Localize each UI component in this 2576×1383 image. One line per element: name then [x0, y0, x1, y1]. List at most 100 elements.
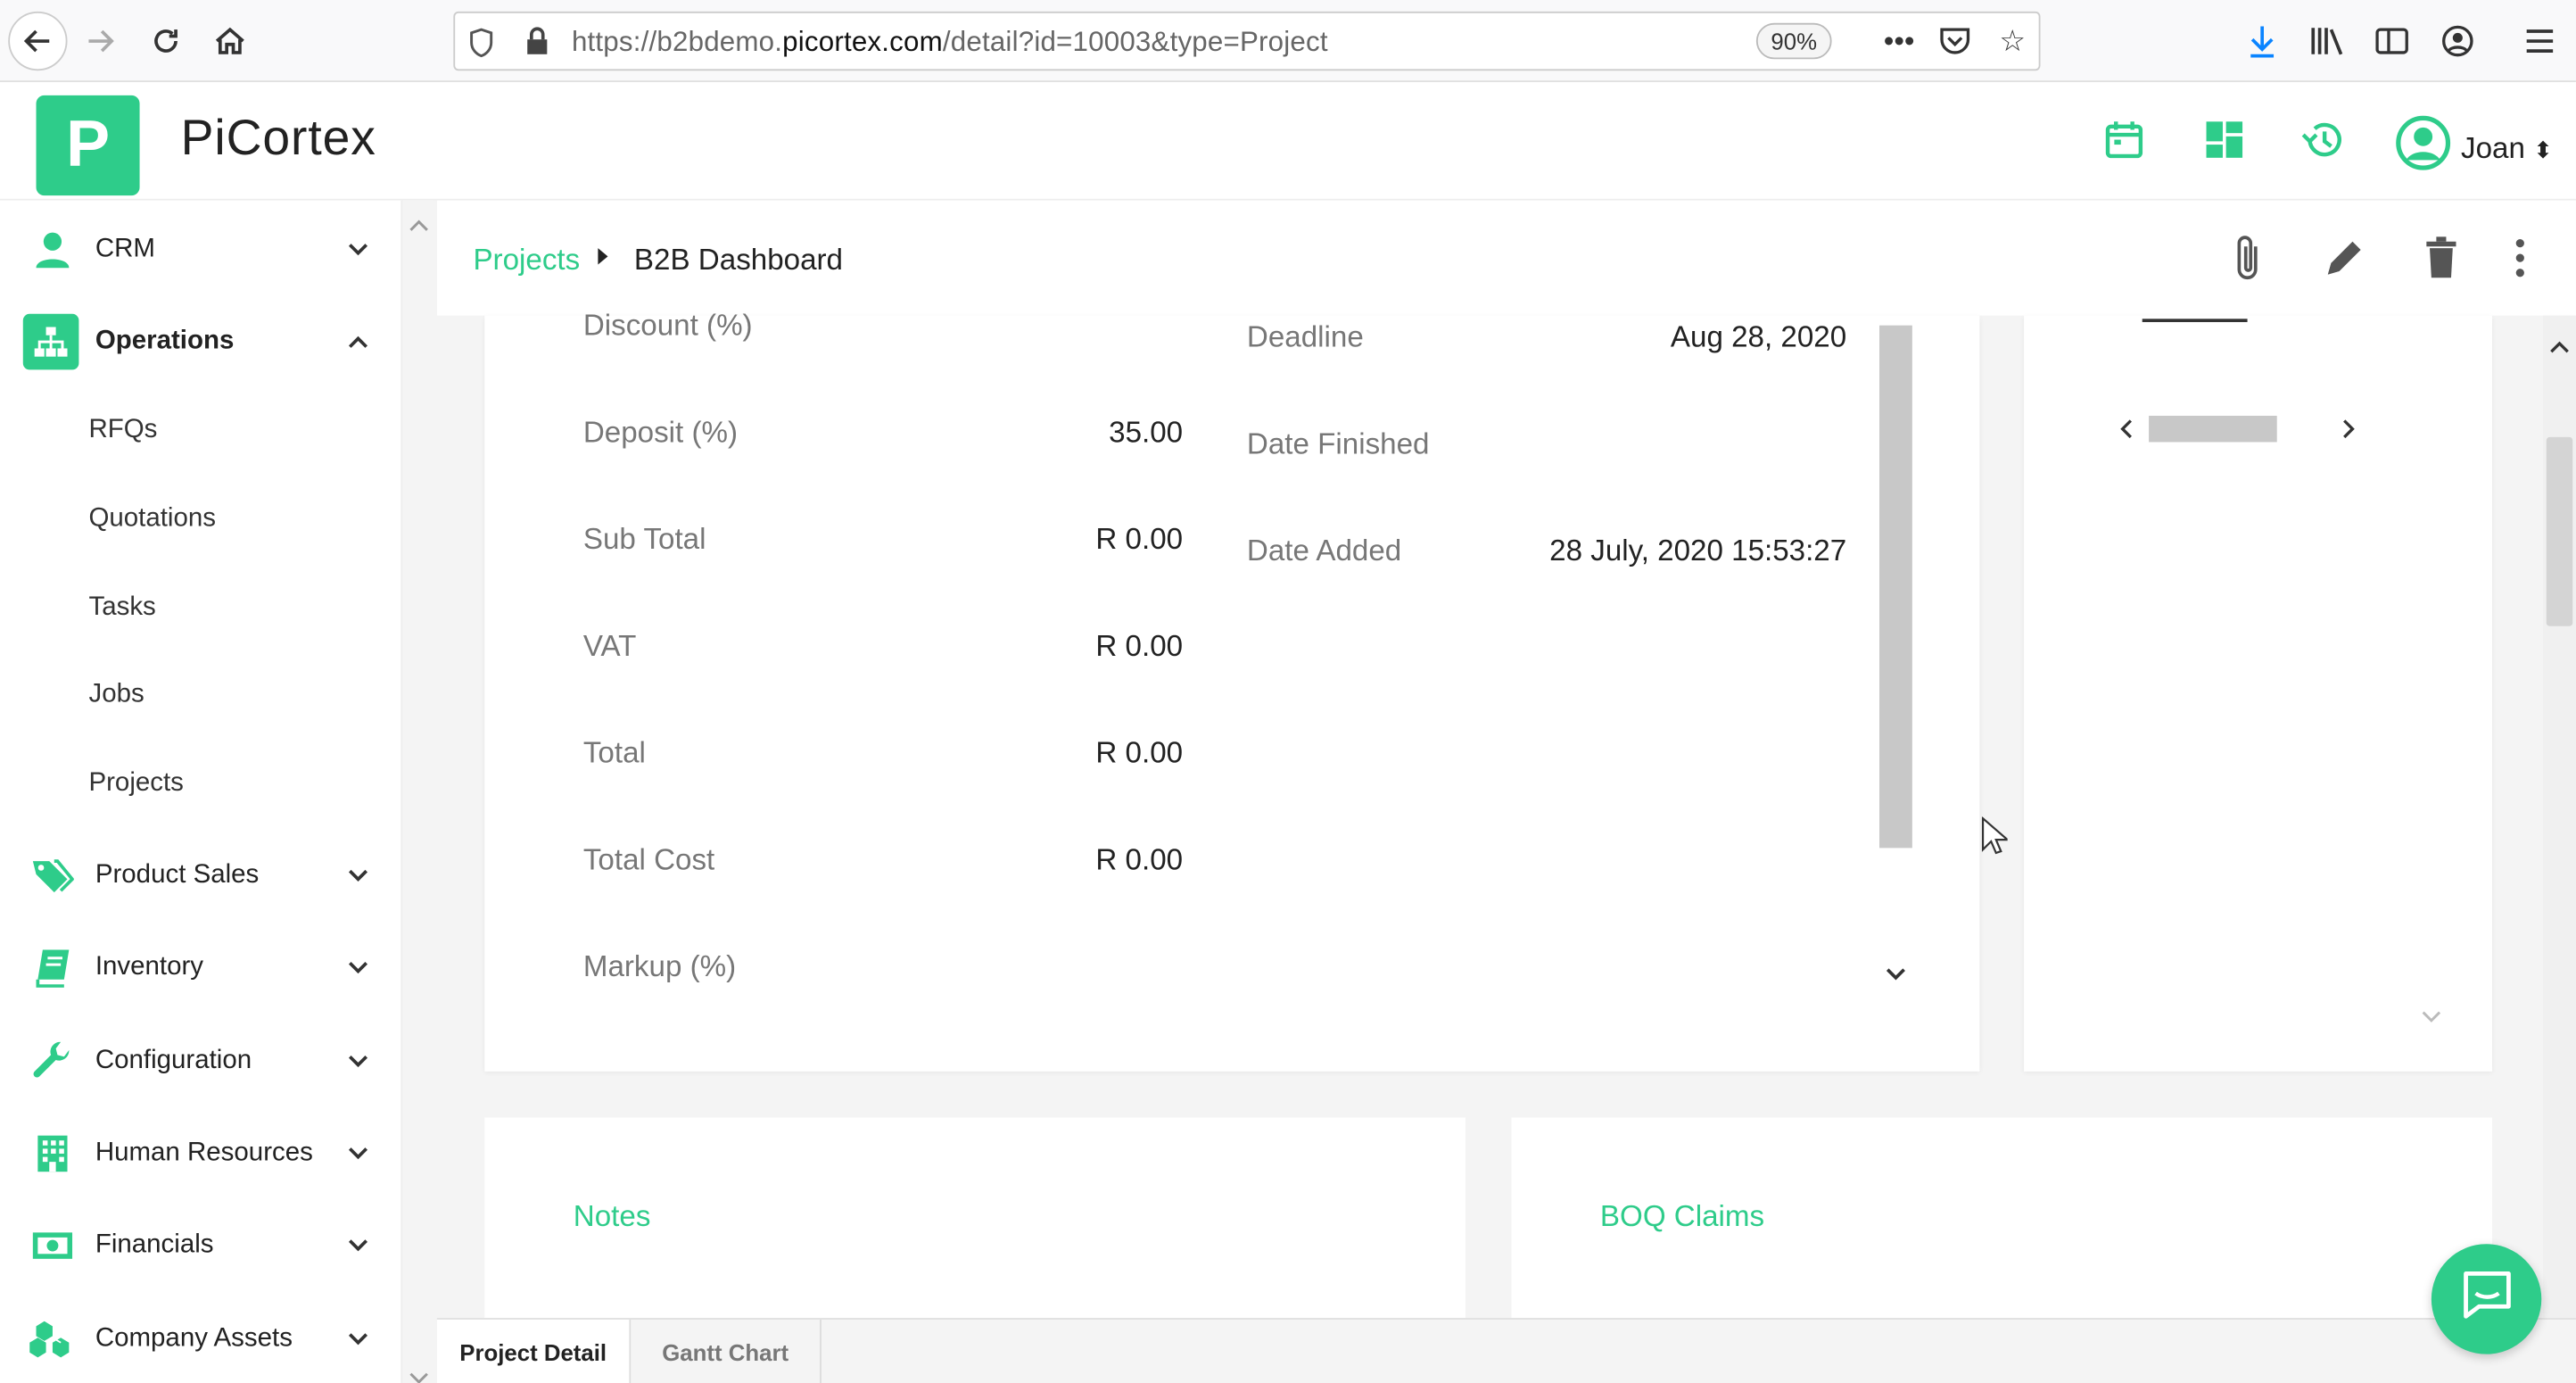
tab-project-detail[interactable]: Project Detail — [436, 1319, 632, 1383]
horizontal-scrollbar[interactable] — [2110, 410, 2365, 447]
field-label-date-finished: Date Finished — [1246, 426, 1430, 460]
sidebar-subitem-jobs[interactable]: Jobs — [88, 681, 144, 710]
sidebar-subitem-rfqs[interactable]: RFQs — [88, 416, 157, 445]
sidebar-subitem-projects[interactable]: Projects — [88, 769, 183, 799]
calendar-icon[interactable] — [2096, 112, 2152, 168]
chevron-up-icon — [348, 330, 368, 353]
back-icon[interactable] — [8, 11, 68, 71]
sidebar-item-human-resources[interactable]: Human Resources — [0, 1113, 400, 1195]
scroll-thumb[interactable] — [1879, 325, 1912, 849]
page-scrollbar[interactable] — [2543, 315, 2576, 1319]
trash-icon[interactable] — [2416, 234, 2465, 283]
scroll-right-icon[interactable] — [2342, 418, 2356, 447]
cubes-icon — [26, 1313, 78, 1366]
chevron-down-icon — [348, 1234, 368, 1257]
side-panel-card — [2024, 315, 2493, 1072]
sidebar-subitem-quotations[interactable]: Quotations — [88, 504, 216, 534]
history-icon[interactable] — [2295, 112, 2351, 168]
sidebar-item-inventory[interactable]: Inventory — [0, 927, 400, 1009]
money-icon — [26, 1220, 78, 1272]
sidebar-item-crm[interactable]: CRM — [0, 209, 400, 291]
url-domain: picortex.com — [782, 26, 943, 58]
sidebar: CRM Operations RFQs Quotations Tasks Job… — [0, 200, 401, 1383]
bottom-tabs: Project Detail Gantt Chart — [436, 1318, 2576, 1383]
org-chart-icon — [22, 313, 79, 370]
user-menu[interactable]: Joan ⬍ — [2461, 131, 2553, 166]
url-bar[interactable]: https://b2bdemo.picortex.com/detail?id=1… — [453, 11, 2041, 71]
sidebar-toggle-icon[interactable] — [2371, 20, 2414, 62]
account-icon[interactable] — [2436, 20, 2479, 62]
building-icon — [26, 1127, 78, 1180]
scroll-up-icon[interactable] — [2549, 332, 2569, 361]
details-scrollbar[interactable] — [1879, 325, 1912, 983]
chat-bubble-icon — [2458, 1267, 2514, 1331]
scroll-thumb[interactable] — [2546, 436, 2573, 626]
download-icon[interactable] — [2241, 20, 2283, 62]
browser-toolbar: https://b2bdemo.picortex.com/detail?id=1… — [0, 0, 2576, 83]
sidebar-item-financials[interactable]: Financials — [0, 1205, 400, 1287]
avatar[interactable] — [2395, 115, 2451, 171]
field-label-deadline: Deadline — [1246, 320, 1364, 353]
more-icon[interactable]: ••• — [1878, 20, 1920, 62]
brand-name: PiCortex — [180, 112, 376, 167]
boq-claims-title[interactable]: BOQ Claims — [1600, 1200, 1764, 1235]
chevron-down-icon — [348, 957, 368, 980]
sidebar-item-operations[interactable]: Operations — [0, 301, 400, 383]
sidebar-scrollbar[interactable] — [400, 200, 434, 1383]
scroll-up-icon[interactable] — [409, 211, 429, 240]
field-value-date-added: 28 July, 2020 15:53:27 — [1549, 534, 1847, 567]
lock-icon — [525, 26, 549, 63]
sidebar-label: Financials — [95, 1230, 214, 1259]
sidebar-label: Inventory — [95, 953, 204, 981]
notes-title[interactable]: Notes — [574, 1200, 651, 1235]
divider — [2142, 319, 2248, 322]
chevron-down-icon — [348, 1142, 368, 1165]
field-label-markup: Markup (%) — [582, 949, 737, 983]
reload-icon[interactable] — [141, 16, 190, 65]
book-icon — [26, 941, 78, 994]
tab-gantt-chart[interactable]: Gantt Chart — [631, 1319, 822, 1383]
field-label-total: Total — [582, 736, 646, 769]
url-prefix: https://b2bdemo. — [571, 26, 783, 58]
field-label-date-added: Date Added — [1246, 534, 1402, 567]
scroll-down-icon[interactable] — [2422, 1002, 2441, 1031]
chevron-down-icon — [348, 865, 368, 888]
scroll-down-icon[interactable] — [409, 1364, 429, 1383]
sidebar-label: Human Resources — [95, 1139, 313, 1167]
menu-icon[interactable] — [2518, 20, 2561, 62]
library-icon[interactable] — [2307, 20, 2349, 62]
user-name: Joan — [2461, 131, 2525, 165]
wrench-icon — [26, 1035, 78, 1088]
kebab-menu-icon[interactable] — [2496, 234, 2545, 283]
chat-button[interactable] — [2431, 1244, 2542, 1354]
field-label-subtotal: Sub Total — [582, 522, 706, 556]
edit-icon[interactable] — [2320, 234, 2369, 283]
scroll-down-icon[interactable] — [1886, 960, 1905, 990]
person-icon — [26, 223, 78, 276]
sidebar-subitem-tasks[interactable]: Tasks — [88, 593, 155, 623]
notes-card: Notes — [484, 1117, 1466, 1323]
breadcrumb: Projects B2B Dashboard — [436, 200, 2576, 316]
caret-right-icon — [597, 246, 610, 271]
attach-icon[interactable] — [2225, 234, 2274, 283]
url-text: https://b2bdemo.picortex.com/detail?id=1… — [572, 26, 1328, 59]
sidebar-item-company-assets[interactable]: Company Assets — [0, 1298, 400, 1380]
field-label-total-cost: Total Cost — [582, 842, 715, 876]
star-icon[interactable]: ☆ — [1991, 20, 2034, 62]
pocket-icon[interactable] — [1934, 20, 1977, 62]
scroll-thumb[interactable] — [2149, 415, 2277, 443]
dashboard-icon[interactable] — [2196, 112, 2252, 168]
forward-icon[interactable] — [76, 16, 125, 65]
breadcrumb-link-projects[interactable]: Projects — [473, 244, 580, 278]
logo[interactable]: P — [36, 95, 140, 196]
home-icon[interactable] — [205, 16, 254, 65]
field-label-deposit: Deposit (%) — [582, 415, 739, 449]
shield-icon — [468, 28, 494, 65]
scroll-left-icon[interactable] — [2119, 418, 2133, 447]
sidebar-item-product-sales[interactable]: Product Sales — [0, 835, 400, 917]
field-value-deadline: Aug 28, 2020 — [1670, 320, 1847, 353]
sidebar-item-configuration[interactable]: Configuration — [0, 1021, 400, 1103]
zoom-badge[interactable]: 90% — [1755, 22, 1832, 60]
field-value-total-cost: R 0.00 — [1095, 842, 1184, 876]
sidebar-label: Product Sales — [95, 861, 260, 890]
